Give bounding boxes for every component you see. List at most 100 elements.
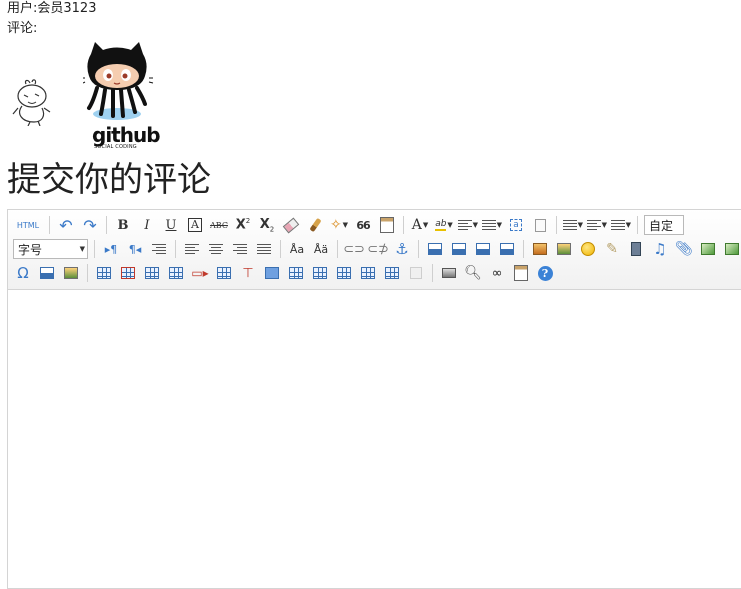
undo-button[interactable]: ↶ bbox=[56, 215, 76, 235]
select-all-icon: a bbox=[510, 219, 522, 231]
merge-down-button[interactable] bbox=[310, 263, 330, 283]
merge-down-icon bbox=[313, 267, 327, 279]
preview-icon: 🔍︎ bbox=[464, 265, 482, 281]
font-color-button[interactable]: A ▼ bbox=[410, 215, 430, 235]
toolbar-row-3: Ω ▭▸ ⊤ 🔍︎ ∞ ? bbox=[11, 262, 557, 284]
row-spacing-top-button[interactable]: ▼ bbox=[563, 215, 583, 235]
auto-typeset-button[interactable]: ✧ ▼ bbox=[329, 215, 349, 235]
clipboard-icon bbox=[380, 217, 394, 233]
help-button[interactable]: ? bbox=[535, 263, 555, 283]
search-replace-button[interactable]: ∞ bbox=[487, 263, 507, 283]
insert-row-button[interactable] bbox=[166, 263, 186, 283]
github-tagline: SOCIAL CODING bbox=[94, 144, 137, 150]
word-image-button[interactable] bbox=[61, 263, 81, 283]
image-right-button[interactable] bbox=[473, 239, 493, 259]
direction-ltr-button[interactable]: ▸¶ bbox=[101, 239, 121, 259]
font-border-button[interactable]: A bbox=[185, 215, 205, 235]
music-button[interactable]: ♫ bbox=[650, 239, 670, 259]
blockquote-button[interactable]: 66 bbox=[353, 215, 373, 235]
ltr-icon: ▸¶ bbox=[104, 242, 118, 256]
delete-col-icon: ⊤ bbox=[242, 265, 254, 281]
editor-toolbar: HTML ↶ ↷ B I U A ABC X2 X2 ✧ ▼ 66 A ▼ ab ▼ … bbox=[8, 210, 741, 290]
merge-cells-button[interactable] bbox=[262, 263, 282, 283]
drafts-button[interactable] bbox=[511, 263, 531, 283]
subscript-icon: X2 bbox=[259, 216, 275, 234]
custom-style-select[interactable]: 自定 bbox=[644, 215, 684, 235]
bold-button[interactable]: B bbox=[113, 215, 133, 235]
emotion-button[interactable] bbox=[578, 239, 598, 259]
special-char-button[interactable]: Ω bbox=[13, 263, 33, 283]
source-html-button[interactable]: HTML bbox=[13, 215, 43, 235]
insert-image-button[interactable] bbox=[554, 239, 574, 259]
chart-icon bbox=[410, 267, 422, 279]
select-all-button[interactable]: a bbox=[506, 215, 526, 235]
row-spacing-bottom-button[interactable]: ▼ bbox=[587, 215, 607, 235]
font-size-select[interactable]: 字号 ▼ bbox=[13, 239, 88, 259]
format-brush-button[interactable] bbox=[305, 215, 325, 235]
direction-rtl-button[interactable]: ¶◂ bbox=[125, 239, 145, 259]
lowercase-button[interactable]: Åä bbox=[311, 239, 331, 259]
delete-row-button[interactable]: ▭▸ bbox=[190, 263, 210, 283]
merge-right-button[interactable] bbox=[286, 263, 306, 283]
align-justify-button[interactable] bbox=[254, 239, 274, 259]
split-cols-icon bbox=[385, 267, 399, 279]
split-cells-button[interactable] bbox=[334, 263, 354, 283]
paste-plain-button[interactable] bbox=[377, 215, 397, 235]
split-cols-button[interactable] bbox=[382, 263, 402, 283]
delete-table-button[interactable] bbox=[118, 263, 138, 283]
redo-button[interactable]: ↷ bbox=[80, 215, 100, 235]
google-map-button[interactable] bbox=[722, 239, 741, 259]
insert-table-button[interactable] bbox=[94, 263, 114, 283]
image-none-button[interactable] bbox=[425, 239, 445, 259]
preview-button[interactable]: 🔍︎ bbox=[463, 263, 483, 283]
superscript-button[interactable]: X2 bbox=[233, 215, 253, 235]
ordered-list-button[interactable]: ▼ bbox=[458, 215, 478, 235]
scrawl-button[interactable]: ✎ bbox=[602, 239, 622, 259]
align-center-button[interactable] bbox=[206, 239, 226, 259]
underline-button[interactable]: U bbox=[161, 215, 181, 235]
page-title: 提交你的评论 bbox=[7, 160, 211, 200]
print-button[interactable] bbox=[439, 263, 459, 283]
image-left-icon bbox=[452, 243, 466, 255]
align-right-icon bbox=[233, 243, 247, 255]
lowercase-icon: Åä bbox=[313, 242, 329, 256]
insert-col-button[interactable] bbox=[214, 263, 234, 283]
scrawl-icon: ✎ bbox=[606, 241, 618, 257]
delete-table-icon bbox=[121, 267, 135, 279]
word-image-icon bbox=[64, 267, 78, 279]
editor-content-area[interactable] bbox=[8, 290, 741, 588]
eraser-button[interactable] bbox=[281, 215, 301, 235]
insert-row-icon bbox=[169, 267, 183, 279]
italic-button[interactable]: I bbox=[137, 215, 157, 235]
anchor-icon: ⚓ bbox=[395, 240, 409, 258]
clear-document-button[interactable] bbox=[530, 215, 550, 235]
align-right-button[interactable] bbox=[230, 239, 250, 259]
strikethrough-button[interactable]: ABC bbox=[209, 215, 229, 235]
insert-video-button[interactable] bbox=[626, 239, 646, 259]
split-rows-button[interactable] bbox=[358, 263, 378, 283]
image-center-button[interactable] bbox=[497, 239, 517, 259]
back-color-button[interactable]: ab ▼ bbox=[434, 215, 454, 235]
delete-row-icon: ▭▸ bbox=[191, 266, 209, 280]
insert-caption-button[interactable] bbox=[142, 263, 162, 283]
delete-col-button[interactable]: ⊤ bbox=[238, 263, 258, 283]
link-button[interactable]: ⊂⊃ bbox=[343, 239, 365, 259]
indent-button[interactable] bbox=[149, 239, 169, 259]
subscript-button[interactable]: X2 bbox=[257, 215, 277, 235]
attachment-button[interactable]: 📎︎ bbox=[674, 239, 694, 259]
image-left-button[interactable] bbox=[449, 239, 469, 259]
line-height-button[interactable]: ▼ bbox=[611, 215, 631, 235]
unlink-button[interactable]: ⊂⊅ bbox=[367, 239, 389, 259]
toolbar-separator bbox=[175, 240, 176, 258]
anchor-button[interactable]: ⚓ bbox=[392, 239, 412, 259]
insert-frame-button[interactable] bbox=[698, 239, 718, 259]
uppercase-button[interactable]: Åa bbox=[287, 239, 307, 259]
uppercase-icon: Åa bbox=[289, 242, 305, 256]
image-none-icon bbox=[428, 243, 442, 255]
align-left-button[interactable] bbox=[182, 239, 202, 259]
split-rows-icon bbox=[361, 267, 375, 279]
template-button[interactable] bbox=[37, 263, 57, 283]
simple-upload-button[interactable] bbox=[530, 239, 550, 259]
chart-button[interactable] bbox=[406, 263, 426, 283]
unordered-list-button[interactable]: ▼ bbox=[482, 215, 502, 235]
